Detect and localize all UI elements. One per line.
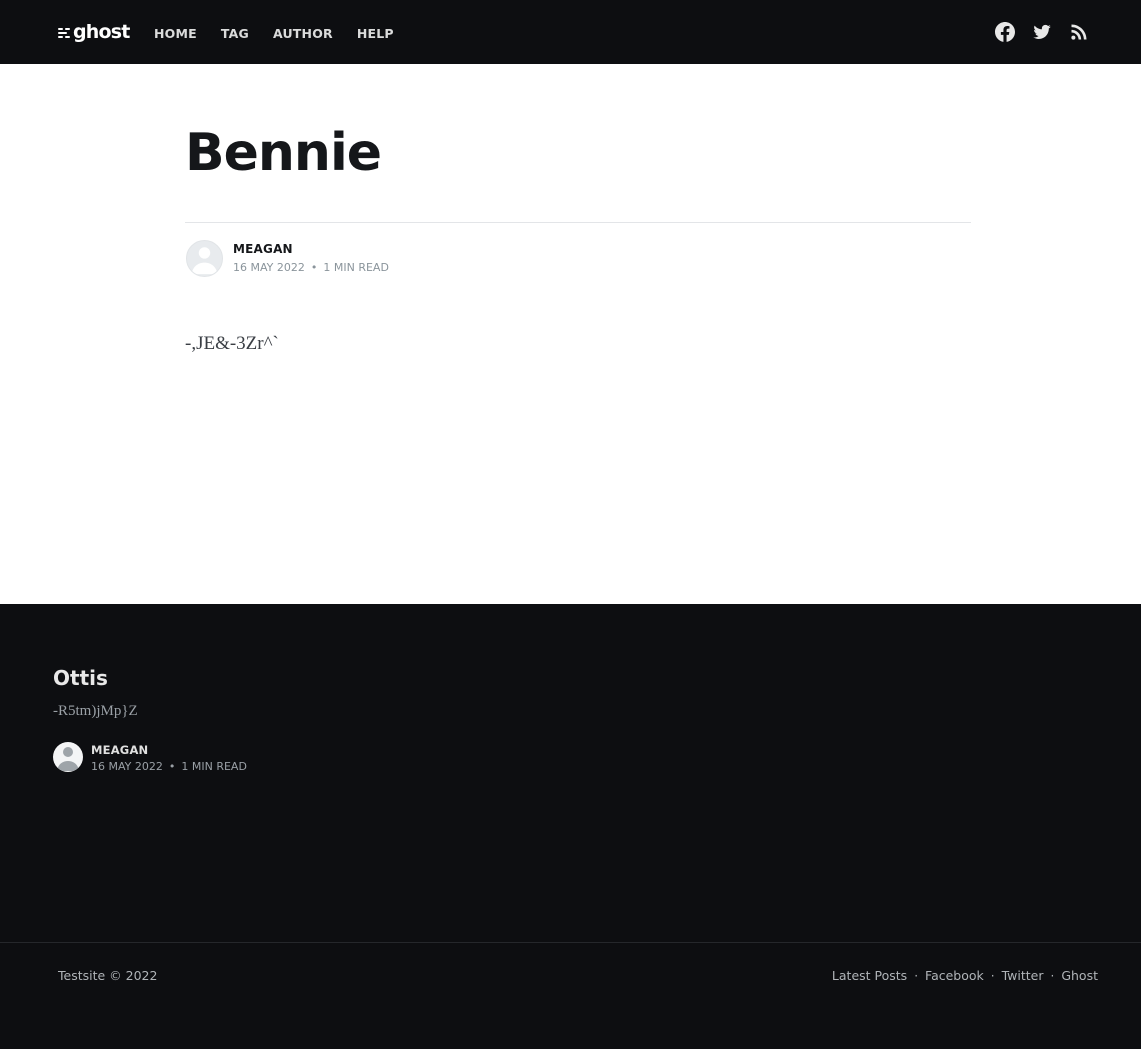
- twitter-icon[interactable]: [1032, 22, 1052, 42]
- ghost-logo-icon: [58, 26, 70, 38]
- site-header: ghost HOME TAG AUTHOR HELP: [0, 0, 1141, 64]
- facebook-icon[interactable]: [995, 22, 1015, 42]
- site-footer: Testsite © 2022 Latest Posts · Facebook …: [0, 942, 1141, 1049]
- post-title: Bennie: [185, 123, 382, 183]
- nav-item-tag[interactable]: TAG: [221, 26, 249, 41]
- author-avatar[interactable]: [186, 240, 223, 277]
- related-reading-time: 1 MIN READ: [181, 760, 247, 773]
- related-post-date: 16 MAY 2022: [91, 760, 163, 773]
- related-post-excerpt: -R5tm)jMp}Z: [53, 703, 138, 719]
- footer-separator: ·: [914, 968, 919, 983]
- related-author-name[interactable]: MEAGAN: [91, 743, 148, 757]
- nav-item-home[interactable]: HOME: [154, 26, 197, 41]
- footer-nav: Latest Posts · Facebook · Twitter · Ghos…: [832, 968, 1098, 983]
- author-name-link[interactable]: MEAGAN: [233, 242, 293, 256]
- meta-separator: •: [310, 261, 318, 274]
- meta-separator: •: [168, 760, 176, 773]
- rss-icon[interactable]: [1069, 22, 1089, 42]
- footer-link-twitter[interactable]: Twitter: [1002, 968, 1044, 983]
- footer-link-latest-posts[interactable]: Latest Posts: [832, 968, 907, 983]
- title-divider: [185, 222, 971, 223]
- user-icon: [191, 247, 218, 275]
- related-author-avatar[interactable]: [53, 742, 83, 772]
- nav-item-help[interactable]: HELP: [357, 26, 394, 41]
- main-nav: HOME TAG AUTHOR HELP: [154, 0, 418, 64]
- nav-item-author[interactable]: AUTHOR: [273, 26, 333, 41]
- logo-text: ghost: [73, 20, 130, 43]
- user-icon: [57, 747, 79, 771]
- footer-separator: ·: [990, 968, 995, 983]
- reading-time: 1 MIN READ: [323, 261, 389, 274]
- copyright-text: Testsite © 2022: [58, 968, 158, 983]
- related-post-title[interactable]: Ottis: [53, 666, 108, 690]
- footer-separator: ·: [1050, 968, 1055, 983]
- footer-link-facebook[interactable]: Facebook: [925, 968, 984, 983]
- related-post-meta: 16 MAY 2022 • 1 MIN READ: [91, 760, 247, 773]
- related-posts: Ottis -R5tm)jMp}Z MEAGAN 16 MAY 2022 • 1 M…: [0, 604, 1141, 942]
- footer-link-ghost[interactable]: Ghost: [1061, 968, 1098, 983]
- post-main: Bennie MEAGAN 16 MAY 2022 • 1 MIN READ -,J…: [0, 64, 1141, 604]
- post-meta: 16 MAY 2022 • 1 MIN READ: [233, 261, 389, 274]
- site-logo[interactable]: ghost: [58, 18, 130, 46]
- social-links: [978, 22, 1089, 42]
- post-content: -,JE&-3Zr^`: [185, 333, 279, 354]
- post-date: 16 MAY 2022: [233, 261, 305, 274]
